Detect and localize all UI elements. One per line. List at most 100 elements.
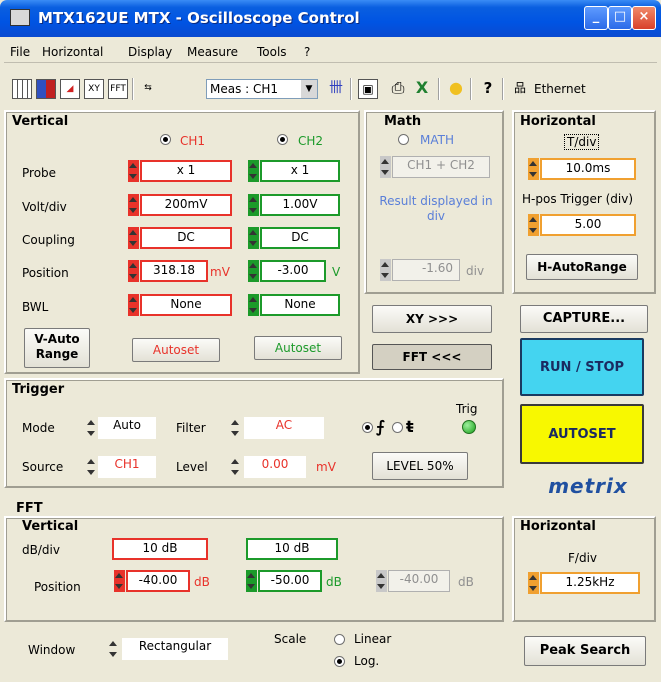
window-field[interactable]: Rectangular	[122, 638, 228, 660]
trigger-level-field[interactable]: 0.00	[244, 456, 306, 478]
fft-math-position-spinner[interactable]	[376, 570, 387, 592]
ch1-bwl-field[interactable]: None	[140, 294, 232, 316]
tdiv-field[interactable]: 10.0ms	[540, 158, 636, 180]
hpos-spinner[interactable]	[528, 214, 539, 236]
falling-edge-radio[interactable]	[392, 422, 403, 433]
trigger-source-spinner[interactable]	[86, 456, 97, 478]
autoset-button[interactable]: AUTOSET	[520, 404, 644, 464]
trigger-filter-spinner[interactable]	[230, 417, 241, 439]
fft-ch1-position-field[interactable]: -40.00	[126, 570, 190, 592]
envelope-icon[interactable]: ◢	[60, 79, 80, 99]
math-radio[interactable]	[398, 134, 409, 145]
measure-select[interactable]: Meas : CH1 ▼	[206, 79, 318, 99]
trigger-filter-field[interactable]: AC	[244, 417, 324, 439]
coupling-label: Coupling	[22, 233, 75, 247]
window-spinner[interactable]	[108, 638, 119, 660]
ch2-position-field[interactable]: -3.00	[260, 260, 326, 282]
ch1-volt-field[interactable]: 200mV	[140, 194, 232, 216]
grid-icon[interactable]	[12, 79, 32, 99]
math-expr-spinner[interactable]	[380, 156, 391, 178]
hpos-field[interactable]: 5.00	[540, 214, 636, 236]
window-title: MTX162UE MTX - Oscilloscope Control	[38, 9, 360, 27]
ch2-bwl-spinner[interactable]	[248, 294, 259, 316]
ch2-bwl-field[interactable]: None	[260, 294, 340, 316]
level-50-button[interactable]: LEVEL 50%	[372, 452, 468, 480]
cursors-icon[interactable]: 卌	[326, 79, 346, 99]
fft-mode-icon[interactable]: FFT	[108, 79, 128, 99]
rising-edge-radio[interactable]	[362, 422, 373, 433]
minimize-button[interactable]: _	[584, 6, 608, 30]
ch2-radio[interactable]	[277, 134, 288, 145]
maximize-icon: □	[613, 9, 627, 24]
ch2-coupling-spinner[interactable]	[248, 227, 259, 249]
menu-horizontal[interactable]: Horizontal	[42, 45, 103, 59]
ch1-probe-field[interactable]: x 1	[140, 160, 232, 182]
h-autorange-button[interactable]: H-AutoRange	[526, 254, 638, 280]
fft-mode-button[interactable]: FFT <<<	[372, 344, 492, 370]
cursor-icon[interactable]: ⇆	[138, 79, 158, 99]
fft-ch1-position-spinner[interactable]	[114, 570, 125, 592]
capture-button[interactable]: CAPTURE...	[520, 305, 648, 333]
scale-log-label: Log.	[354, 654, 380, 668]
ch2-volt-field[interactable]: 1.00V	[260, 194, 340, 216]
close-icon: ×	[638, 9, 650, 24]
trigger-source-label: Source	[22, 460, 64, 474]
xy-mode-button[interactable]: XY >>>	[372, 305, 492, 333]
math-position-spinner[interactable]	[380, 259, 391, 281]
printer-icon[interactable]: ⎙	[388, 79, 408, 99]
ch2-position-spinner[interactable]	[248, 260, 259, 282]
lightbulb-icon[interactable]: ●	[446, 79, 466, 99]
ch2-probe-field[interactable]: x 1	[260, 160, 340, 182]
ch1-position-field[interactable]: 318.18	[140, 260, 208, 282]
menu-file[interactable]: File	[10, 45, 30, 59]
ch1-coupling-spinner[interactable]	[128, 227, 139, 249]
fdiv-spinner[interactable]	[528, 572, 539, 594]
chevron-down-icon[interactable]: ▼	[301, 80, 317, 98]
ch1-position-spinner[interactable]	[128, 260, 139, 282]
help-icon[interactable]: ?	[478, 79, 498, 99]
fdiv-field[interactable]: 1.25kHz	[540, 572, 640, 594]
menu-display[interactable]: Display	[128, 45, 172, 59]
fft-ch2-position-unit: dB	[326, 575, 342, 589]
ch1-autoset-button[interactable]: Autoset	[132, 338, 220, 362]
tdiv-spinner[interactable]	[528, 158, 539, 180]
toolbar-separator	[502, 78, 504, 100]
app-icon[interactable]	[10, 9, 30, 26]
scale-log-radio[interactable]	[334, 656, 345, 667]
fft-ch2-position-field[interactable]: -50.00	[258, 570, 322, 592]
camera-icon[interactable]: ▣	[358, 79, 378, 99]
fft-math-position-field[interactable]: -40.00	[388, 570, 450, 592]
close-button[interactable]: ×	[632, 6, 656, 30]
menu-tools[interactable]: Tools	[257, 45, 287, 59]
math-position-field[interactable]: -1.60	[392, 259, 460, 281]
scale-label: Scale	[274, 632, 307, 646]
trigger-level-spinner[interactable]	[230, 456, 241, 478]
ch1-coupling-field[interactable]: DC	[140, 227, 232, 249]
fft-ch2-dbdiv-field[interactable]: 10 dB	[246, 538, 338, 560]
menu-measure[interactable]: Measure	[187, 45, 238, 59]
trigger-mode-field[interactable]: Auto	[98, 417, 156, 439]
trigger-mode-spinner[interactable]	[86, 417, 97, 439]
ch1-volt-spinner[interactable]	[128, 194, 139, 216]
ch1-radio[interactable]	[160, 134, 171, 145]
peak-search-button[interactable]: Peak Search	[524, 636, 646, 666]
ch2-autoset-button[interactable]: Autoset	[254, 336, 342, 360]
menu-help[interactable]: ?	[304, 45, 310, 59]
maximize-button[interactable]: □	[608, 6, 632, 30]
toolbar-separator	[350, 78, 352, 100]
colors-icon[interactable]	[36, 79, 56, 99]
excel-icon[interactable]: X	[412, 79, 432, 99]
run-stop-button[interactable]: RUN / STOP	[520, 338, 644, 396]
trigger-source-field[interactable]: CH1	[98, 456, 156, 478]
math-expression-field[interactable]: CH1 + CH2	[392, 156, 490, 178]
fft-ch2-position-spinner[interactable]	[246, 570, 257, 592]
scale-linear-radio[interactable]	[334, 634, 345, 645]
v-auto-range-button[interactable]: V-Auto Range	[24, 328, 90, 368]
ch2-coupling-field[interactable]: DC	[260, 227, 340, 249]
ch1-probe-spinner[interactable]	[128, 160, 139, 182]
ch2-volt-spinner[interactable]	[248, 194, 259, 216]
ch2-probe-spinner[interactable]	[248, 160, 259, 182]
ch1-bwl-spinner[interactable]	[128, 294, 139, 316]
xy-mode-icon[interactable]: XY	[84, 79, 104, 99]
fft-ch1-dbdiv-field[interactable]: 10 dB	[112, 538, 208, 560]
